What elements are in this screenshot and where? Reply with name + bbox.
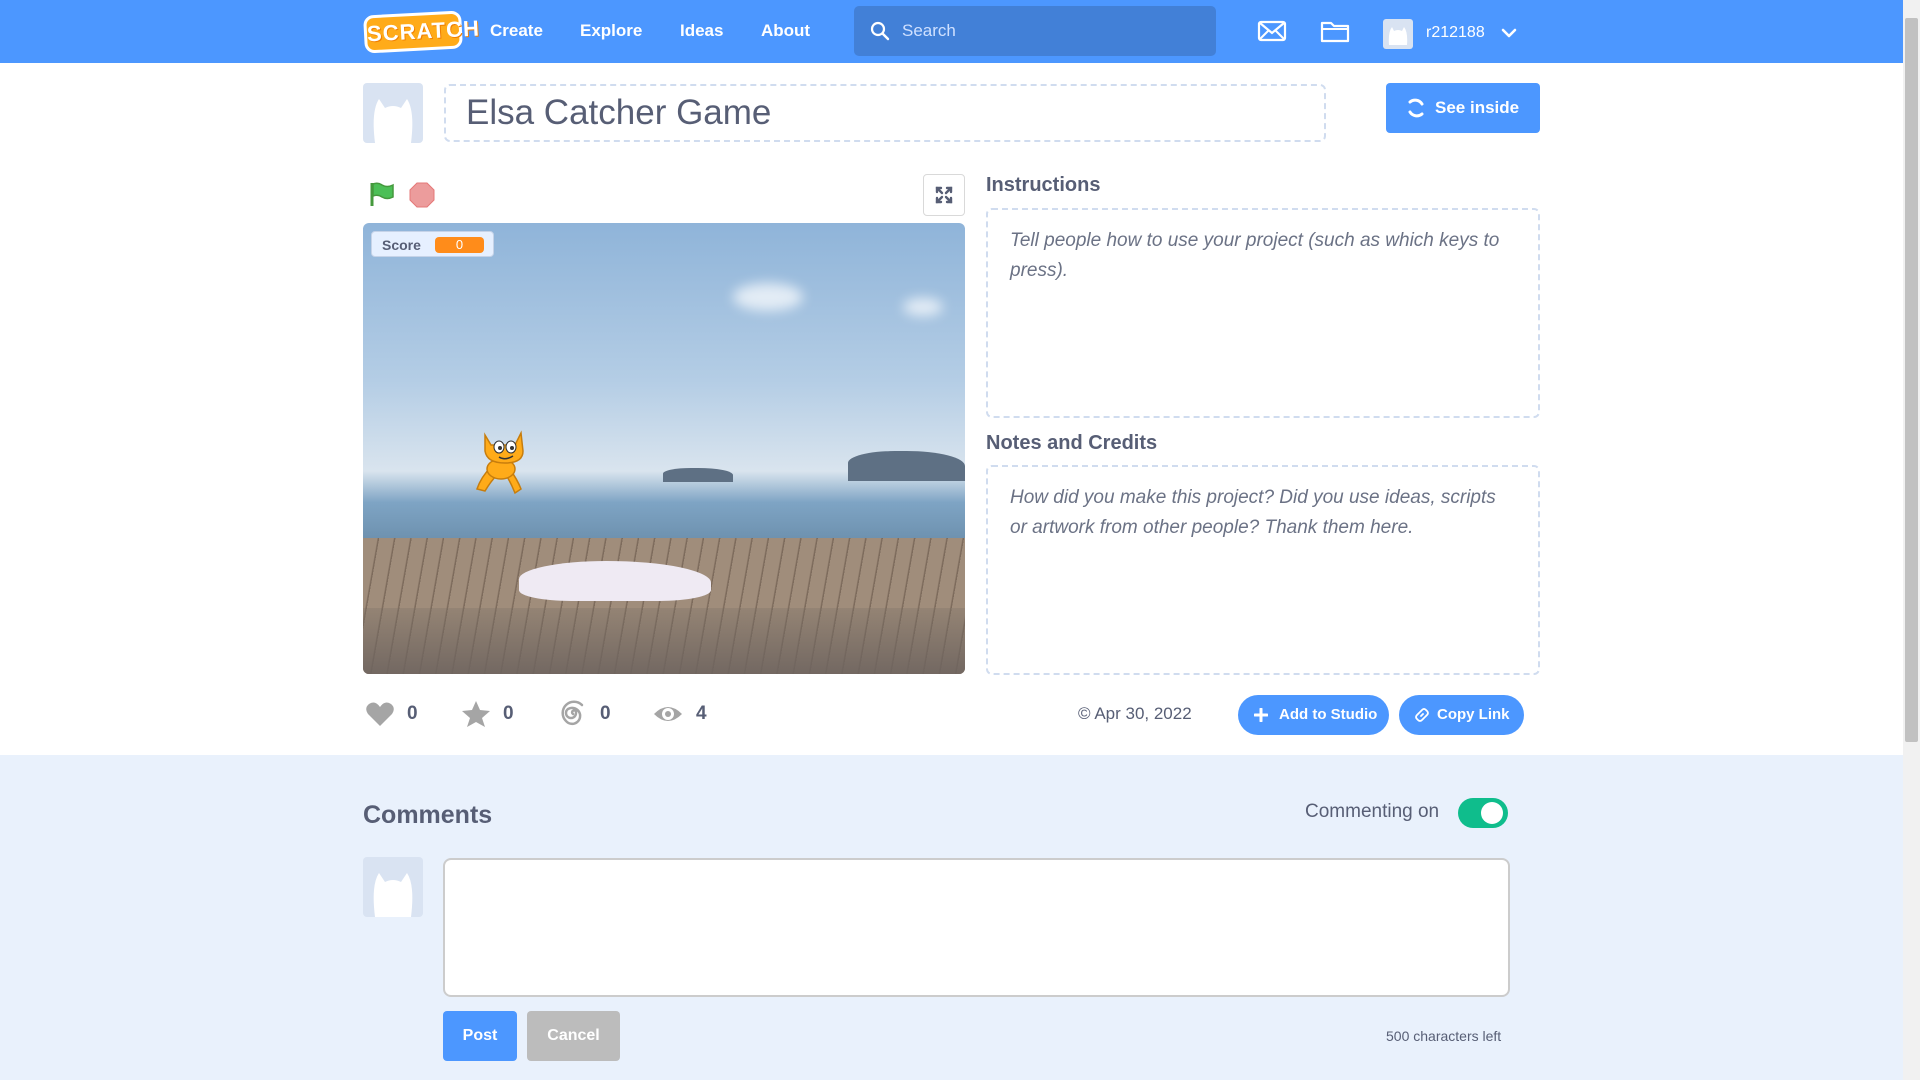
love-count: 0 <box>407 703 418 724</box>
cat-avatar-icon <box>1388 27 1408 45</box>
remix-arrows-icon <box>1408 98 1424 118</box>
commenting-label: Commenting on <box>1305 801 1440 822</box>
post-button[interactable]: Post <box>443 1011 517 1061</box>
remix-spiral-icon <box>561 700 584 726</box>
scrollbar-thumb[interactable] <box>1905 18 1918 742</box>
search-bar[interactable] <box>854 6 1216 56</box>
add-to-studio-button[interactable]: Add to Studio <box>1238 695 1389 735</box>
user-avatar[interactable] <box>1383 19 1413 49</box>
copy-link-label: Copy Link <box>1437 706 1510 723</box>
island <box>663 468 733 482</box>
notes-credits-field[interactable]: How did you make this project? Did you u… <box>986 465 1540 675</box>
share-date-text: Apr 30, 2022 <box>1094 704 1192 723</box>
toggle-knob <box>1481 802 1503 824</box>
heart-icon[interactable] <box>365 700 395 728</box>
comments-title: Comments <box>363 801 493 829</box>
deck-shadow <box>363 608 965 674</box>
cloud <box>733 283 803 311</box>
username-label[interactable]: r212188 <box>1426 0 1485 66</box>
search-icon <box>870 21 890 41</box>
nav-explore-link[interactable]: Explore <box>580 0 642 63</box>
link-icon <box>1415 708 1429 722</box>
stop-icon[interactable] <box>409 182 435 208</box>
project-stage[interactable]: Score 0 <box>363 223 965 674</box>
nav-create-link[interactable]: Create <box>490 0 543 63</box>
share-date: © Apr 30, 2022 <box>1078 704 1192 723</box>
notes-heading: Notes and Credits <box>986 432 1158 454</box>
project-title-input[interactable]: Elsa Catcher Game <box>444 84 1326 142</box>
chevron-down-icon[interactable] <box>1501 26 1517 40</box>
commenter-avatar <box>363 857 423 917</box>
favorite-count: 0 <box>503 703 514 724</box>
score-variable-monitor: Score 0 <box>371 231 494 257</box>
remix-count: 0 <box>600 703 611 724</box>
see-inside-button[interactable]: See inside <box>1386 83 1540 133</box>
fullscreen-icon <box>935 186 953 204</box>
scratch-logo[interactable]: SCRATCH <box>363 10 480 54</box>
copy-link-button[interactable]: Copy Link <box>1399 695 1524 735</box>
see-inside-label: See inside <box>1435 98 1520 117</box>
project-author-avatar[interactable] <box>363 83 423 143</box>
cat-avatar-icon <box>373 99 413 143</box>
nav-ideas-link[interactable]: Ideas <box>680 0 723 63</box>
score-label: Score <box>382 237 421 253</box>
scratch-cat-sprite[interactable] <box>471 427 535 497</box>
island <box>848 451 965 481</box>
instructions-heading: Instructions <box>986 174 1101 196</box>
eye-icon <box>654 707 682 721</box>
score-value: 0 <box>435 237 484 253</box>
cancel-button[interactable]: Cancel <box>527 1011 620 1061</box>
view-count: 4 <box>696 703 707 724</box>
green-flag-icon[interactable] <box>369 181 395 207</box>
my-stuff-folder-icon[interactable] <box>1320 18 1350 44</box>
cat-avatar-icon <box>373 873 413 917</box>
comment-textarea[interactable] <box>443 858 1510 997</box>
fullscreen-button[interactable] <box>923 174 965 216</box>
plus-icon <box>1254 708 1268 722</box>
messages-icon[interactable] <box>1257 18 1287 44</box>
star-icon[interactable] <box>461 700 491 728</box>
nav-about-link[interactable]: About <box>761 0 810 63</box>
characters-left: 500 characters left <box>1386 1028 1502 1044</box>
search-input[interactable] <box>902 6 1202 56</box>
add-to-studio-label: Add to Studio <box>1279 706 1378 723</box>
cloud <box>903 298 943 316</box>
top-navbar: SCRATCH Create Explore Ideas About r2121… <box>0 0 1903 63</box>
commenting-toggle[interactable] <box>1458 798 1508 828</box>
instructions-field[interactable]: Tell people how to use your project (suc… <box>986 208 1540 418</box>
snow-sprite[interactable] <box>519 561 711 601</box>
